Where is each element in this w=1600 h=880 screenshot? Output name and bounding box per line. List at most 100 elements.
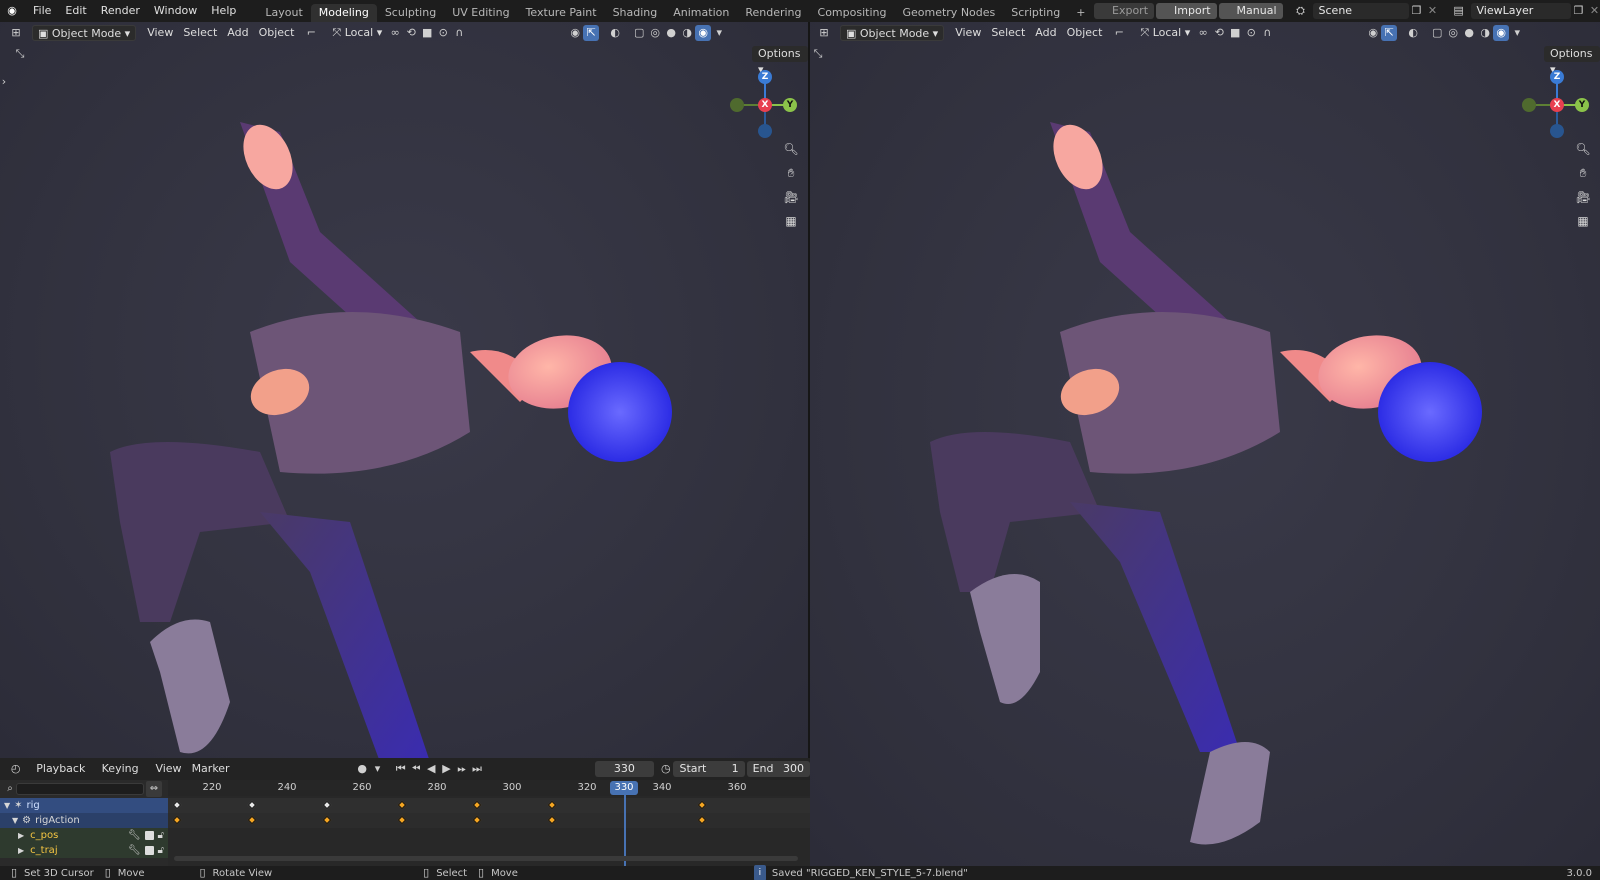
xray-icon[interactable]: ▢: [631, 25, 647, 41]
snap-target-icon-right[interactable]: ■: [1227, 25, 1243, 41]
record-options-icon[interactable]: ▾: [370, 761, 385, 777]
menu-help[interactable]: Help: [204, 0, 243, 22]
wireframe-shading-icon[interactable]: ◎: [647, 25, 663, 41]
viewport-left[interactable]: ⊞ ▣ Object Mode ▾ View Select Add Object…: [0, 22, 808, 758]
tab-uv-editing[interactable]: UV Editing: [444, 4, 517, 22]
menu-object-right[interactable]: Object: [1062, 25, 1108, 41]
gizmo-z-ball-right[interactable]: Z: [1550, 70, 1564, 84]
wireframe-shading-icon-right[interactable]: ◎: [1445, 25, 1461, 41]
manual-button[interactable]: Manual: [1218, 3, 1283, 19]
view-layer-field[interactable]: ViewLayer: [1470, 3, 1571, 19]
snap-icon[interactable]: ⌐: [303, 25, 319, 41]
visibility-icon-right[interactable]: ◉: [1365, 25, 1381, 41]
pan-hand-icon[interactable]: ✋︎: [780, 162, 802, 184]
viewport-right[interactable]: ⊞ ▣ Object Mode ▾ View Select Add Object…: [810, 22, 1600, 866]
menu-view[interactable]: View: [142, 25, 178, 41]
gizmo-x-ball-right[interactable]: X: [1550, 98, 1564, 112]
view-layer-icon[interactable]: ▤: [1451, 3, 1467, 19]
menu-object[interactable]: Object: [254, 25, 300, 41]
modifier-wrench-icon[interactable]: 🔧︎: [128, 828, 141, 843]
shading-dropdown-icon-right[interactable]: ▾: [1509, 25, 1525, 41]
menu-timeline-view[interactable]: View: [150, 761, 186, 777]
jump-start-icon[interactable]: ⏮︎: [393, 761, 408, 777]
expand-rigaction-icon[interactable]: ▼: [12, 813, 18, 828]
menu-select[interactable]: Select: [178, 25, 222, 41]
object-mode-dropdown[interactable]: ▣ Object Mode ▾: [32, 25, 137, 41]
end-frame-field[interactable]: End 300: [746, 761, 811, 777]
menu-add[interactable]: Add: [222, 25, 253, 41]
navigation-gizmo-right[interactable]: Z Y X: [1522, 70, 1592, 140]
lock-icon-2[interactable]: 🔓︎: [158, 843, 164, 858]
scene-icon[interactable]: ⛭: [1293, 3, 1309, 19]
gizmo-neg-z-ball[interactable]: [758, 124, 772, 138]
ortho-grid-icon[interactable]: ▦: [780, 210, 802, 232]
solid-shading-icon-right[interactable]: ●: [1461, 25, 1477, 41]
gizmo-z-ball[interactable]: Z: [758, 70, 772, 84]
gizmo-neg-z-ball-right[interactable]: [1550, 124, 1564, 138]
material-shading-icon-right[interactable]: ◑: [1477, 25, 1493, 41]
camera-view-icon-right[interactable]: 🎥︎: [1572, 186, 1594, 208]
expand-c-traj-icon[interactable]: ▶: [18, 843, 24, 858]
menu-window[interactable]: Window: [147, 0, 204, 22]
pan-hand-icon-right[interactable]: ✋︎: [1572, 162, 1594, 184]
editor-type-icon[interactable]: ⊞: [8, 25, 24, 41]
mute-checkbox[interactable]: [144, 831, 154, 840]
gizmo-neg-y-ball[interactable]: [730, 98, 744, 112]
current-frame-field[interactable]: 330: [594, 761, 655, 777]
menu-add-right[interactable]: Add: [1030, 25, 1061, 41]
pivot-icon-right[interactable]: ∞: [1195, 25, 1211, 41]
object-mode-dropdown-right[interactable]: ▣ Object Mode ▾: [840, 25, 945, 41]
editor-type-icon-right[interactable]: ⊞: [816, 25, 832, 41]
next-keyframe-icon[interactable]: ⏩︎: [454, 761, 469, 777]
menu-file[interactable]: File: [26, 0, 58, 22]
keyframe-area[interactable]: 220 240 260 280 300 320 340 360 330: [168, 780, 810, 866]
zoom-icon[interactable]: 🔍︎: [780, 138, 802, 160]
play-icon[interactable]: ▶: [439, 761, 454, 777]
overlay-icon-right[interactable]: ◐: [1405, 25, 1421, 41]
snapping-icon[interactable]: ⟲: [403, 25, 419, 41]
new-scene-icon[interactable]: ❐: [1409, 3, 1425, 19]
tab-shading[interactable]: Shading: [605, 4, 666, 22]
zoom-icon-right[interactable]: 🔍︎: [1572, 138, 1594, 160]
add-workspace-button[interactable]: +: [1068, 4, 1093, 22]
tab-animation[interactable]: Animation: [665, 4, 737, 22]
expand-c-pos-icon[interactable]: ▶: [18, 828, 24, 843]
menu-keying[interactable]: Keying ▾: [97, 761, 151, 791]
shading-dropdown-icon[interactable]: ▾: [711, 25, 727, 41]
delete-scene-icon[interactable]: ✕: [1425, 3, 1441, 19]
snapping-icon-right[interactable]: ⟲: [1211, 25, 1227, 41]
timeline-scrollbar[interactable]: [174, 856, 798, 861]
transform-orientation-dropdown[interactable]: ⤧ Local ▾: [327, 25, 387, 41]
record-icon[interactable]: ●: [355, 761, 370, 777]
tab-geometry-nodes[interactable]: Geometry Nodes: [894, 4, 1003, 22]
menu-edit[interactable]: Edit: [58, 0, 93, 22]
ortho-grid-icon-right[interactable]: ▦: [1572, 210, 1594, 232]
snap-target-icon[interactable]: ■: [419, 25, 435, 41]
gizmo-y-ball[interactable]: Y: [783, 98, 797, 112]
channel-c-pos[interactable]: ▶ c_pos 🔧︎ 🔓︎: [0, 828, 168, 843]
channel-rig[interactable]: ▼ ✶ rig: [0, 798, 168, 813]
snap-icon-right[interactable]: ⌐: [1111, 25, 1127, 41]
falloff-icon[interactable]: ∩: [451, 25, 467, 41]
transform-tool-icon[interactable]: ⤡: [12, 46, 28, 62]
tab-layout[interactable]: Layout: [257, 4, 310, 22]
menu-select-right[interactable]: Select: [986, 25, 1030, 41]
gizmo-toggle-icon[interactable]: ⇱: [583, 25, 600, 41]
current-frame-indicator[interactable]: 330: [610, 781, 638, 795]
jump-end-icon[interactable]: ⏭︎: [469, 761, 484, 777]
menu-playback[interactable]: Playback ▾: [31, 761, 96, 791]
mute-checkbox-2[interactable]: [144, 846, 154, 855]
options-button-left[interactable]: Options ▾: [752, 46, 808, 76]
channel-c-traj[interactable]: ▶ c_traj 🔧︎ 🔓︎: [0, 843, 168, 858]
xray-icon-right[interactable]: ▢: [1429, 25, 1445, 41]
gizmo-y-ball-right[interactable]: Y: [1575, 98, 1589, 112]
prev-keyframe-icon[interactable]: ⏪︎: [408, 761, 423, 777]
tab-modeling[interactable]: Modeling: [310, 4, 377, 22]
play-reverse-icon[interactable]: ◀: [424, 761, 439, 777]
falloff-icon-right[interactable]: ∩: [1259, 25, 1275, 41]
overlay-icon[interactable]: ◐: [607, 25, 623, 41]
navigation-gizmo-left[interactable]: Z Y X: [730, 70, 800, 140]
swap-icon[interactable]: ⇔: [146, 781, 162, 797]
material-shading-icon[interactable]: ◑: [679, 25, 695, 41]
tab-rendering[interactable]: Rendering: [737, 4, 809, 22]
